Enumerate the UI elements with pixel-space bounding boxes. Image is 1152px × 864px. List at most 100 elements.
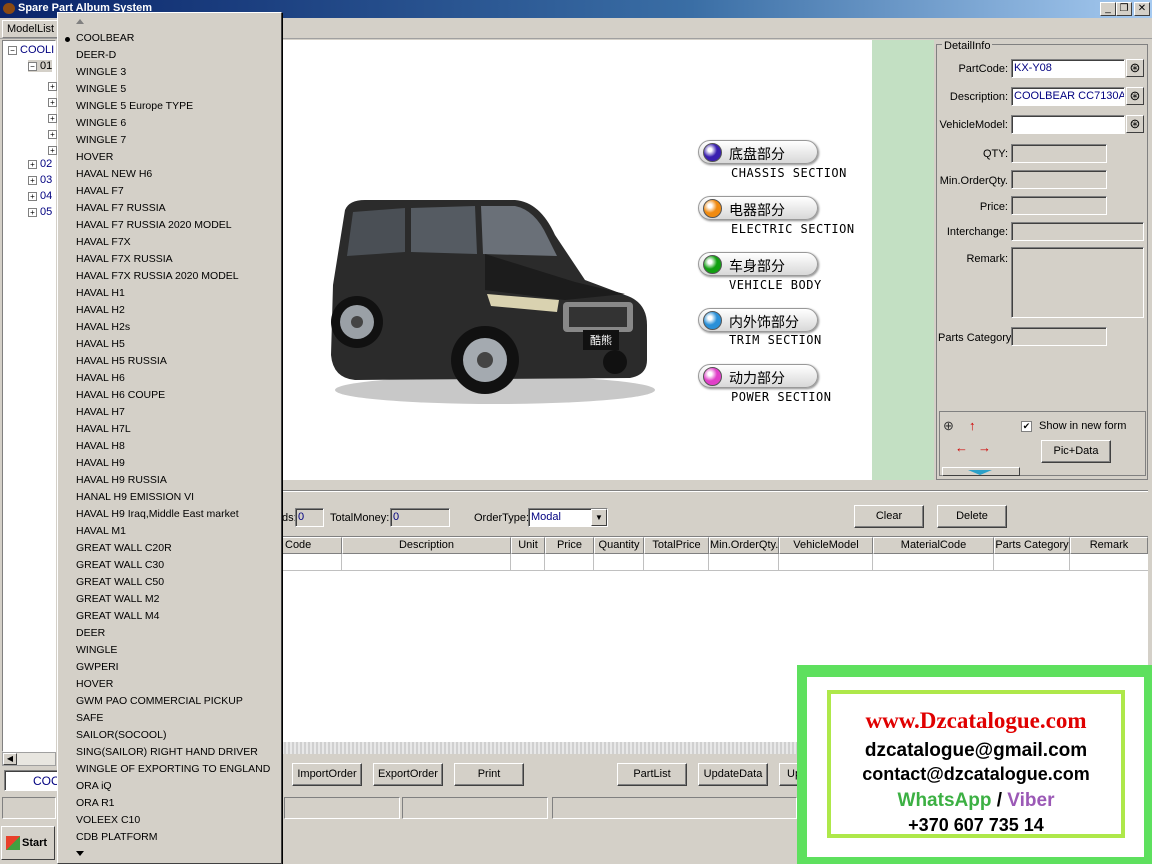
dropdown-option[interactable]: HAVAL F7 RUSSIA [76, 202, 166, 214]
chevron-down-icon[interactable]: ▼ [591, 509, 607, 526]
col-unit[interactable]: Unit [511, 537, 545, 554]
expand-icon[interactable]: + [28, 159, 37, 169]
tree-root[interactable]: − COOLI [8, 44, 54, 56]
scroll-up-icon[interactable] [76, 19, 84, 24]
start-button[interactable]: Start [1, 826, 55, 860]
chevron-down-icon[interactable] [968, 470, 992, 475]
dropdown-option[interactable]: DEER-D [76, 49, 116, 61]
export-order-button[interactable]: ExportOrder [373, 763, 443, 786]
chassis-section-button[interactable]: 底盘部分 [698, 140, 818, 164]
picdata-button[interactable]: Pic+Data [1041, 440, 1111, 463]
binoculars-icon[interactable]: ⊛ [1126, 115, 1144, 133]
dropdown-option[interactable]: HAVAL F7X RUSSIA [76, 253, 173, 265]
partcode-field[interactable]: KX-Y08 [1011, 59, 1125, 78]
expand-icon[interactable]: + [48, 130, 57, 140]
tab-modellist[interactable]: ModelList [2, 20, 60, 38]
dropdown-option[interactable]: HAVAL F7X RUSSIA 2020 MODEL [76, 270, 239, 282]
collapse-icon[interactable]: − [8, 45, 17, 55]
dropdown-option[interactable]: HOVER [76, 151, 113, 163]
dropdown-option[interactable]: HAVAL H5 RUSSIA [76, 355, 167, 367]
dropdown-option[interactable]: GREAT WALL C30 [76, 559, 164, 571]
collapse-icon[interactable]: − [28, 61, 37, 71]
expand-icon[interactable]: + [28, 175, 37, 185]
dropdown-option[interactable]: GWPERI [76, 661, 119, 673]
binoculars-icon[interactable]: ⊛ [1126, 59, 1144, 77]
dropdown-option[interactable]: GREAT WALL C20R [76, 542, 172, 554]
dropdown-option[interactable]: HAVAL F7X [76, 236, 131, 248]
dropdown-option[interactable]: GWM PAO COMMERCIAL PICKUP [76, 695, 243, 707]
dropdown-option[interactable]: HAVAL H8 [76, 440, 125, 452]
minimize-button[interactable]: _ [1100, 2, 1116, 16]
power-section-button[interactable]: 动力部分 [698, 364, 818, 388]
model-dropdown-list[interactable]: COOLBEAR DEER-D WINGLE 3 WINGLE 5 WINGLE 5 E… [57, 12, 282, 864]
dropdown-option[interactable]: HAVAL H2 [76, 304, 125, 316]
dropdown-option[interactable]: HAVAL H9 [76, 457, 125, 469]
dropdown-option[interactable]: WINGLE 5 [76, 83, 126, 95]
arrow-up-icon[interactable]: ↑ [969, 418, 976, 433]
dropdown-option[interactable]: HAVAL H7L [76, 423, 131, 435]
description-field[interactable]: COOLBEAR CC7130AM [1011, 87, 1125, 106]
trim-section-button[interactable]: 内外饰部分 [698, 308, 818, 332]
table-hscrollbar[interactable] [282, 742, 802, 754]
tree-hscrollbar[interactable]: ◀ [2, 752, 56, 766]
dropdown-option[interactable]: SING(SAILOR) RIGHT HAND DRIVER [76, 746, 258, 758]
expand-icon[interactable]: + [28, 207, 37, 217]
col-code[interactable]: Code [282, 537, 342, 554]
dropdown-option[interactable]: GREAT WALL M2 [76, 593, 159, 605]
dropdown-option[interactable]: GREAT WALL M4 [76, 610, 159, 622]
expand-icon[interactable]: + [48, 82, 57, 92]
dropdown-option[interactable]: HAVAL H6 [76, 372, 125, 384]
col-description[interactable]: Description [342, 537, 511, 554]
dropdown-option[interactable]: HAVAL NEW H6 [76, 168, 152, 180]
dropdown-option[interactable]: WINGLE 6 [76, 117, 126, 129]
updatedata-button[interactable]: UpdateData [698, 763, 768, 786]
scroll-left-icon[interactable]: ◀ [3, 753, 17, 765]
expand-icon[interactable]: + [48, 114, 57, 124]
update-more-button[interactable]: Up [779, 763, 799, 786]
dropdown-option[interactable]: WINGLE 3 [76, 66, 126, 78]
clear-button[interactable]: Clear [854, 505, 924, 528]
dropdown-option[interactable]: HAVAL H2s [76, 321, 130, 333]
expand-icon[interactable]: + [48, 146, 57, 156]
table-row[interactable] [282, 554, 1148, 571]
dropdown-option[interactable]: HAVAL H9 Iraq,Middle East market [76, 508, 239, 520]
dropdown-option[interactable]: HAVAL H7 [76, 406, 125, 418]
dropdown-option[interactable]: WINGLE [76, 644, 117, 656]
dropdown-option[interactable]: HAVAL H5 [76, 338, 125, 350]
dropdown-option[interactable]: COOLBEAR [76, 32, 134, 44]
dropdown-option[interactable]: HAVAL H1 [76, 287, 125, 299]
electric-section-button[interactable]: 电器部分 [698, 196, 818, 220]
dropdown-option[interactable]: DEER [76, 627, 105, 639]
binoculars-icon[interactable]: ⊛ [1126, 87, 1144, 105]
col-minorderqty[interactable]: Min.OrderQty. [709, 537, 779, 554]
arrow-left-icon[interactable]: ← [955, 440, 968, 455]
tree-node[interactable]: +02 [28, 156, 52, 172]
dropdown-option[interactable]: HANAL H9 EMISSION VI [76, 491, 194, 503]
zoom-icon[interactable]: ⊕ [943, 418, 954, 434]
close-button[interactable]: ✕ [1134, 2, 1150, 16]
show-new-form-checkbox[interactable]: ✔ [1021, 421, 1032, 432]
dropdown-option[interactable]: WINGLE OF EXPORTING TO ENGLAND [76, 763, 270, 775]
dropdown-option[interactable]: HAVAL F7 RUSSIA 2020 MODEL [76, 219, 232, 231]
dropdown-option[interactable]: ORA iQ [76, 780, 112, 792]
dropdown-option[interactable]: HAVAL F7 [76, 185, 124, 197]
tree-node-01[interactable]: −01 [28, 60, 53, 72]
arrow-right-icon[interactable]: → [978, 440, 991, 455]
print-button[interactable]: Print [454, 763, 524, 786]
scroll-down-icon[interactable] [76, 851, 84, 856]
expand-icon[interactable]: + [28, 191, 37, 201]
tree-node[interactable]: +05 [28, 204, 52, 220]
col-materialcode[interactable]: MaterialCode [873, 537, 994, 554]
col-totalprice[interactable]: TotalPrice [644, 537, 709, 554]
vehiclemodel-field[interactable] [1011, 115, 1125, 134]
dropdown-option[interactable]: SAILOR(SOCOOL) [76, 729, 166, 741]
model-search-field[interactable]: COO [4, 770, 62, 791]
col-partscategory[interactable]: Parts Category [994, 537, 1070, 554]
dropdown-option[interactable]: HAVAL H6 COUPE [76, 389, 165, 401]
col-remark[interactable]: Remark [1070, 537, 1148, 554]
restore-button[interactable]: ❐ [1116, 2, 1132, 16]
partlist-button[interactable]: PartList [617, 763, 687, 786]
tree-node[interactable]: +04 [28, 188, 52, 204]
dropdown-option[interactable]: GREAT WALL C50 [76, 576, 164, 588]
col-vehiclemodel[interactable]: VehicleModel [779, 537, 873, 554]
